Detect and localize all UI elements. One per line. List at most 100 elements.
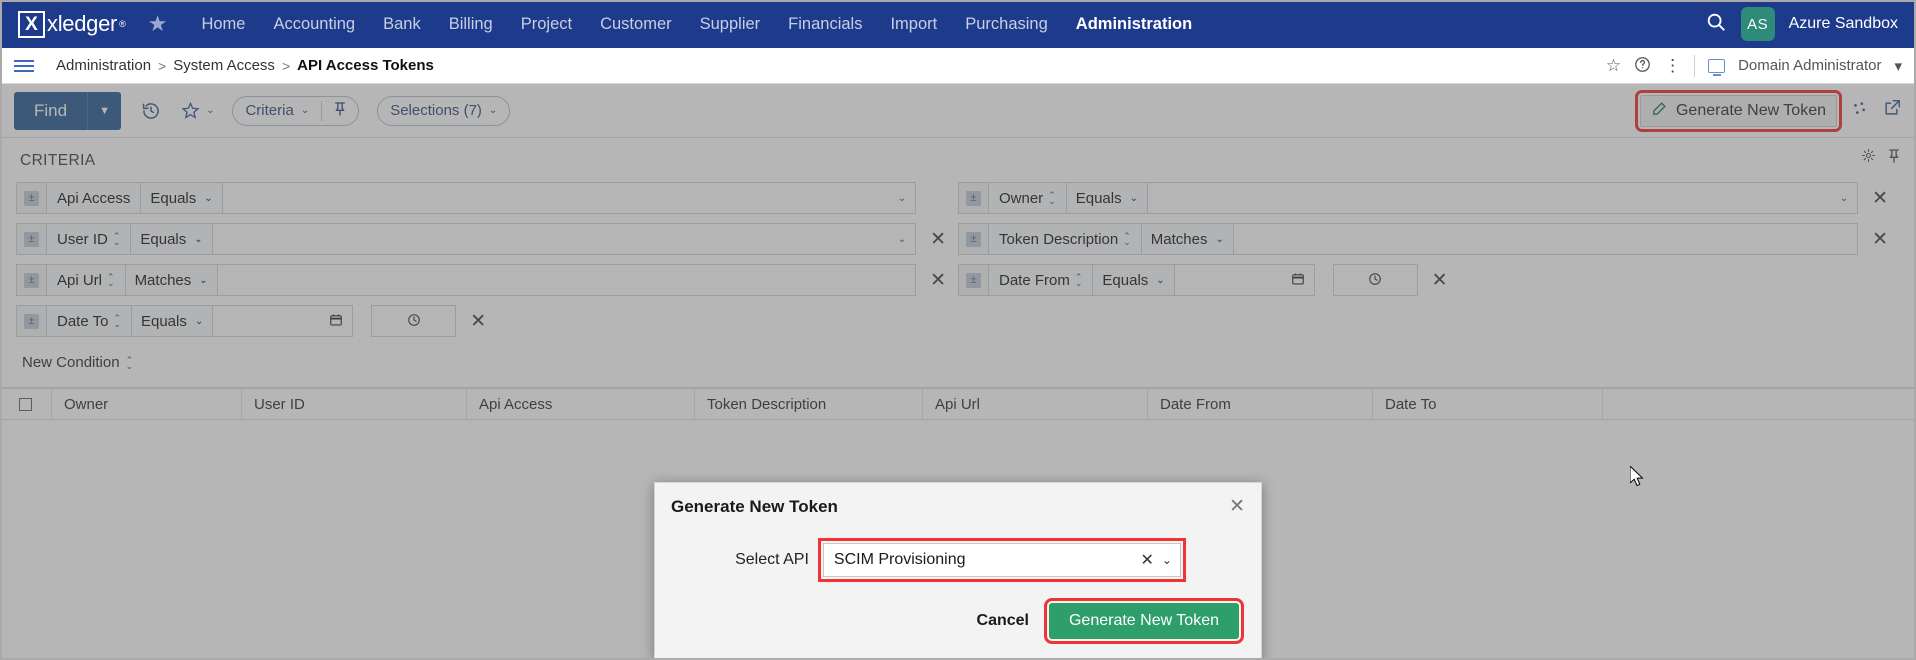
avatar[interactable]: AS [1740, 7, 1775, 41]
criteria-date-input[interactable] [1174, 264, 1315, 296]
criteria-operator-select[interactable]: Matches ⌄ [125, 264, 218, 296]
criteria-value-input[interactable] [217, 264, 917, 296]
criteria-remove-icon[interactable]: ✕ [930, 230, 946, 249]
criteria-remove-icon[interactable]: ✕ [470, 312, 486, 331]
close-icon[interactable]: ✕ [1229, 497, 1245, 516]
criteria-operator-select[interactable]: Equals ⌄ [131, 305, 214, 337]
selections-pill[interactable]: Selections (7) ⌄ [377, 95, 511, 126]
nav-link-billing[interactable]: Billing [435, 15, 507, 34]
nav-link-bank[interactable]: Bank [369, 15, 435, 34]
criteria-value-select[interactable]: ⌄ [222, 182, 917, 214]
criteria-field-label[interactable]: Api Url ⌃ ⌄ [46, 264, 126, 296]
criteria-pill[interactable]: Criteria ⌄ [232, 95, 360, 126]
gear-icon[interactable] [1861, 148, 1876, 168]
criteria-field-label[interactable]: Date To ⌃ ⌄ [46, 305, 132, 337]
column-header-api-url[interactable]: Api Url [923, 388, 1148, 420]
breadcrumb-item-administration[interactable]: Administration [56, 57, 151, 74]
criteria-field-label[interactable]: Token Description ⌃ ⌄ [988, 223, 1142, 255]
history-icon[interactable] [141, 101, 161, 121]
star-icon[interactable]: ★ [148, 13, 168, 35]
criteria-operator-select[interactable]: Equals ⌄ [1093, 264, 1175, 296]
new-condition-button[interactable]: New Condition ⌃ ⌄ [22, 354, 133, 371]
loading-dots-icon[interactable] [1851, 100, 1869, 122]
clear-x-icon[interactable]: ✕ [1140, 550, 1153, 570]
clock-icon[interactable] [407, 313, 421, 330]
search-icon[interactable] [1705, 11, 1727, 38]
criteria-field-label[interactable]: User ID ⌃ ⌄ [46, 223, 132, 255]
criteria-enable-checkbox[interactable] [958, 264, 988, 296]
nav-link-import[interactable]: Import [876, 15, 951, 34]
criteria-pill-label-segment[interactable]: Criteria ⌄ [233, 102, 321, 119]
criteria-enable-checkbox[interactable] [958, 223, 988, 255]
stepper-icon[interactable]: ⌃ ⌄ [1048, 191, 1056, 206]
stepper-icon[interactable]: ⌃ ⌄ [113, 232, 121, 247]
favorite-star-icon[interactable]: ⌄ [181, 101, 214, 120]
nav-link-customer[interactable]: Customer [586, 15, 686, 34]
nav-link-financials[interactable]: Financials [774, 15, 876, 34]
criteria-enable-checkbox[interactable] [958, 182, 988, 214]
cancel-button[interactable]: Cancel [977, 612, 1029, 630]
external-link-icon[interactable] [1883, 98, 1902, 123]
criteria-field-label[interactable]: Api Access [46, 182, 142, 214]
find-dropdown-caret[interactable]: ▼ [87, 91, 121, 130]
help-circle-icon[interactable] [1634, 56, 1651, 76]
criteria-enable-checkbox[interactable] [16, 305, 46, 337]
calendar-icon[interactable] [329, 313, 343, 330]
stepper-icon[interactable]: ⌃ ⌄ [107, 273, 115, 288]
nav-link-home[interactable]: Home [187, 15, 259, 34]
chevron-down-icon[interactable]: ⌄ [1162, 553, 1172, 567]
select-all-checkbox[interactable] [0, 388, 52, 420]
column-header-token-description[interactable]: Token Description [695, 388, 923, 420]
clock-icon[interactable] [1368, 272, 1382, 289]
nav-link-accounting[interactable]: Accounting [259, 15, 369, 34]
criteria-pin-segment[interactable] [321, 100, 358, 121]
stepper-icon[interactable]: ⌃ ⌄ [1123, 232, 1131, 247]
select-api-combobox[interactable]: SCIM Provisioning ✕ ⌄ [817, 538, 1186, 582]
find-button[interactable]: Find ▼ [14, 91, 122, 130]
chevron-down-icon[interactable]: ▾ [1894, 57, 1902, 75]
confirm-generate-token-button[interactable]: Generate New Token [1043, 598, 1245, 644]
criteria-operator-select[interactable]: Equals ⌄ [131, 223, 213, 255]
stepper-icon[interactable]: ⌃ ⌄ [113, 314, 121, 329]
selections-pill-segment[interactable]: Selections (7) ⌄ [378, 102, 509, 119]
column-header-user-id[interactable]: User ID [242, 388, 467, 420]
criteria-enable-checkbox[interactable] [16, 223, 46, 255]
criteria-operator-select[interactable]: Equals ⌄ [141, 182, 223, 214]
column-header-date-from[interactable]: Date From [1148, 388, 1373, 420]
criteria-remove-icon[interactable]: ✕ [1872, 230, 1888, 249]
criteria-time-input[interactable] [1332, 264, 1418, 296]
star-outline-icon[interactable]: ☆ [1606, 57, 1621, 74]
criteria-value-select[interactable]: ⌄ [212, 223, 917, 255]
column-header-api-access[interactable]: Api Access [467, 388, 695, 420]
criteria-value-input[interactable] [1233, 223, 1859, 255]
stepper-icon[interactable]: ⌃ ⌄ [126, 355, 134, 370]
criteria-remove-icon[interactable]: ✕ [1872, 189, 1888, 208]
breadcrumb-item-system-access[interactable]: System Access [173, 57, 275, 74]
criteria-operator-select[interactable]: Matches ⌄ [1141, 223, 1234, 255]
domain-administrator-label[interactable]: Domain Administrator [1738, 57, 1881, 74]
vertical-dots-icon[interactable]: ⋮ [1664, 57, 1681, 74]
chevron-down-icon[interactable]: ⌄ [206, 105, 214, 116]
nav-link-purchasing[interactable]: Purchasing [951, 15, 1062, 34]
generate-new-token-button[interactable]: Generate New Token [1634, 89, 1843, 132]
xledger-logo[interactable]: X xledger ® [18, 10, 126, 38]
column-header-date-to[interactable]: Date To [1373, 388, 1603, 420]
pin-icon[interactable] [1888, 148, 1900, 168]
criteria-enable-checkbox[interactable] [16, 264, 46, 296]
criteria-remove-icon[interactable]: ✕ [930, 271, 946, 290]
hamburger-icon[interactable] [14, 57, 34, 75]
criteria-date-input[interactable] [213, 305, 354, 337]
stepper-icon[interactable]: ⌃ ⌄ [1075, 273, 1083, 288]
criteria-operator-select[interactable]: Equals ⌄ [1066, 182, 1148, 214]
nav-link-supplier[interactable]: Supplier [686, 15, 775, 34]
criteria-time-input[interactable] [371, 305, 457, 337]
criteria-enable-checkbox[interactable] [16, 182, 46, 214]
criteria-field-label[interactable]: Owner ⌃ ⌄ [988, 182, 1067, 214]
criteria-remove-icon[interactable]: ✕ [1432, 271, 1448, 290]
calendar-icon[interactable] [1291, 272, 1305, 289]
nav-link-administration[interactable]: Administration [1062, 15, 1206, 34]
nav-link-project[interactable]: Project [507, 15, 586, 34]
criteria-value-select[interactable]: ⌄ [1148, 182, 1859, 214]
column-header-owner[interactable]: Owner [52, 388, 242, 420]
criteria-field-label[interactable]: Date From ⌃ ⌄ [988, 264, 1094, 296]
